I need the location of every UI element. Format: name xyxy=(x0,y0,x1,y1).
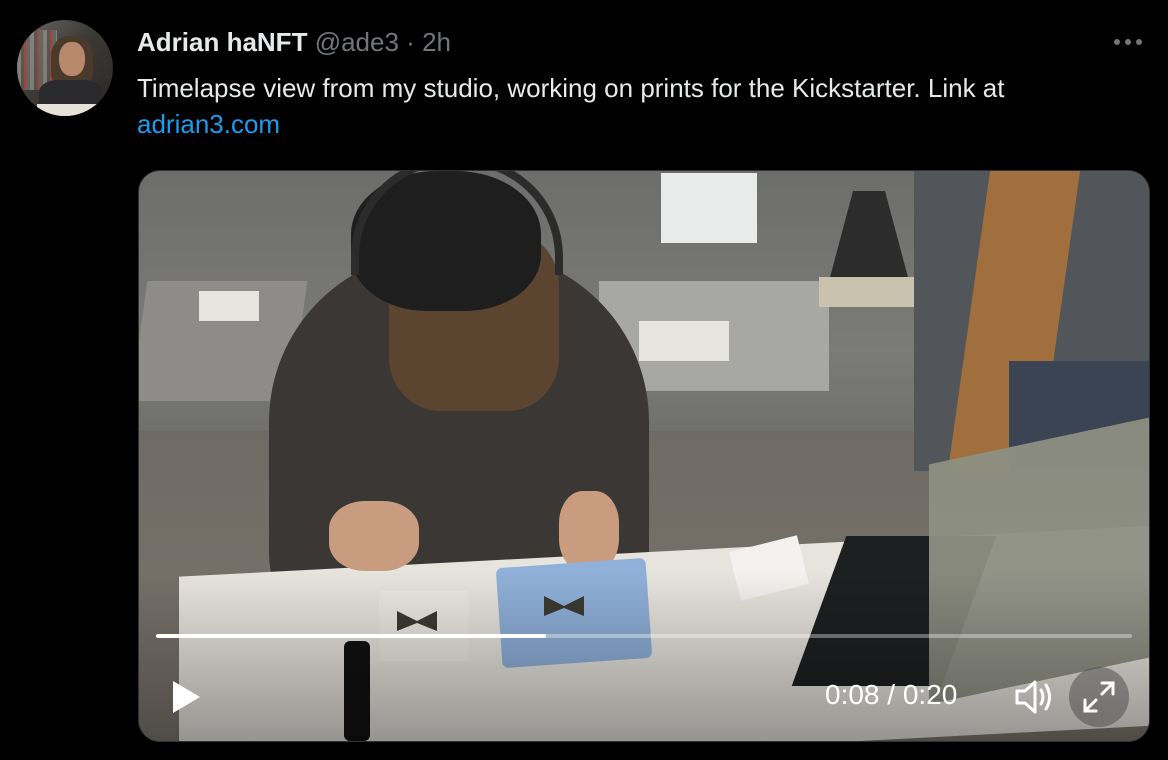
time-readout: 0:08 / 0:20 xyxy=(825,678,957,712)
tweet-timestamp[interactable]: 2h xyxy=(422,27,451,57)
tweet-header: Adrian haNFT @ade3 · 2h xyxy=(137,26,451,58)
current-time: 0:08 xyxy=(825,679,880,710)
time-separator: / xyxy=(887,679,896,710)
author-handle[interactable]: @ade3 xyxy=(315,27,399,57)
video-controls-shade xyxy=(139,571,1149,741)
fullscreen-button[interactable] xyxy=(1069,667,1129,727)
scene-paper-sheet xyxy=(199,291,259,321)
more-icon[interactable] xyxy=(1112,28,1144,48)
video-player[interactable]: 0:08 / 0:20 xyxy=(138,170,1150,742)
more-icon-svg xyxy=(1114,39,1142,45)
scene-whiteboard xyxy=(661,173,757,243)
tweet-link[interactable]: adrian3.com xyxy=(137,106,1157,142)
volume-button[interactable] xyxy=(1009,672,1059,722)
play-button[interactable] xyxy=(161,672,211,722)
header-separator: · xyxy=(406,27,415,57)
avatar-paper xyxy=(37,104,97,116)
fullscreen-icon xyxy=(1083,681,1115,713)
avatar[interactable] xyxy=(17,20,113,116)
author-name[interactable]: Adrian haNFT xyxy=(137,27,307,57)
volume-icon xyxy=(1015,680,1051,714)
scene-light-base xyxy=(819,277,919,307)
tweet-text: Timelapse view from my studio, working o… xyxy=(137,70,1157,142)
progress-bar[interactable] xyxy=(156,634,1132,638)
scene-paper-sheet xyxy=(639,321,729,361)
progress-fill xyxy=(156,634,547,638)
tweet-body: Timelapse view from my studio, working o… xyxy=(137,73,1005,103)
play-icon xyxy=(173,681,200,713)
scene-headphones xyxy=(351,171,563,275)
scene-right-hand xyxy=(559,491,619,571)
avatar-face xyxy=(59,42,85,76)
scene-left-hand xyxy=(329,501,419,571)
duration: 0:20 xyxy=(902,679,958,710)
